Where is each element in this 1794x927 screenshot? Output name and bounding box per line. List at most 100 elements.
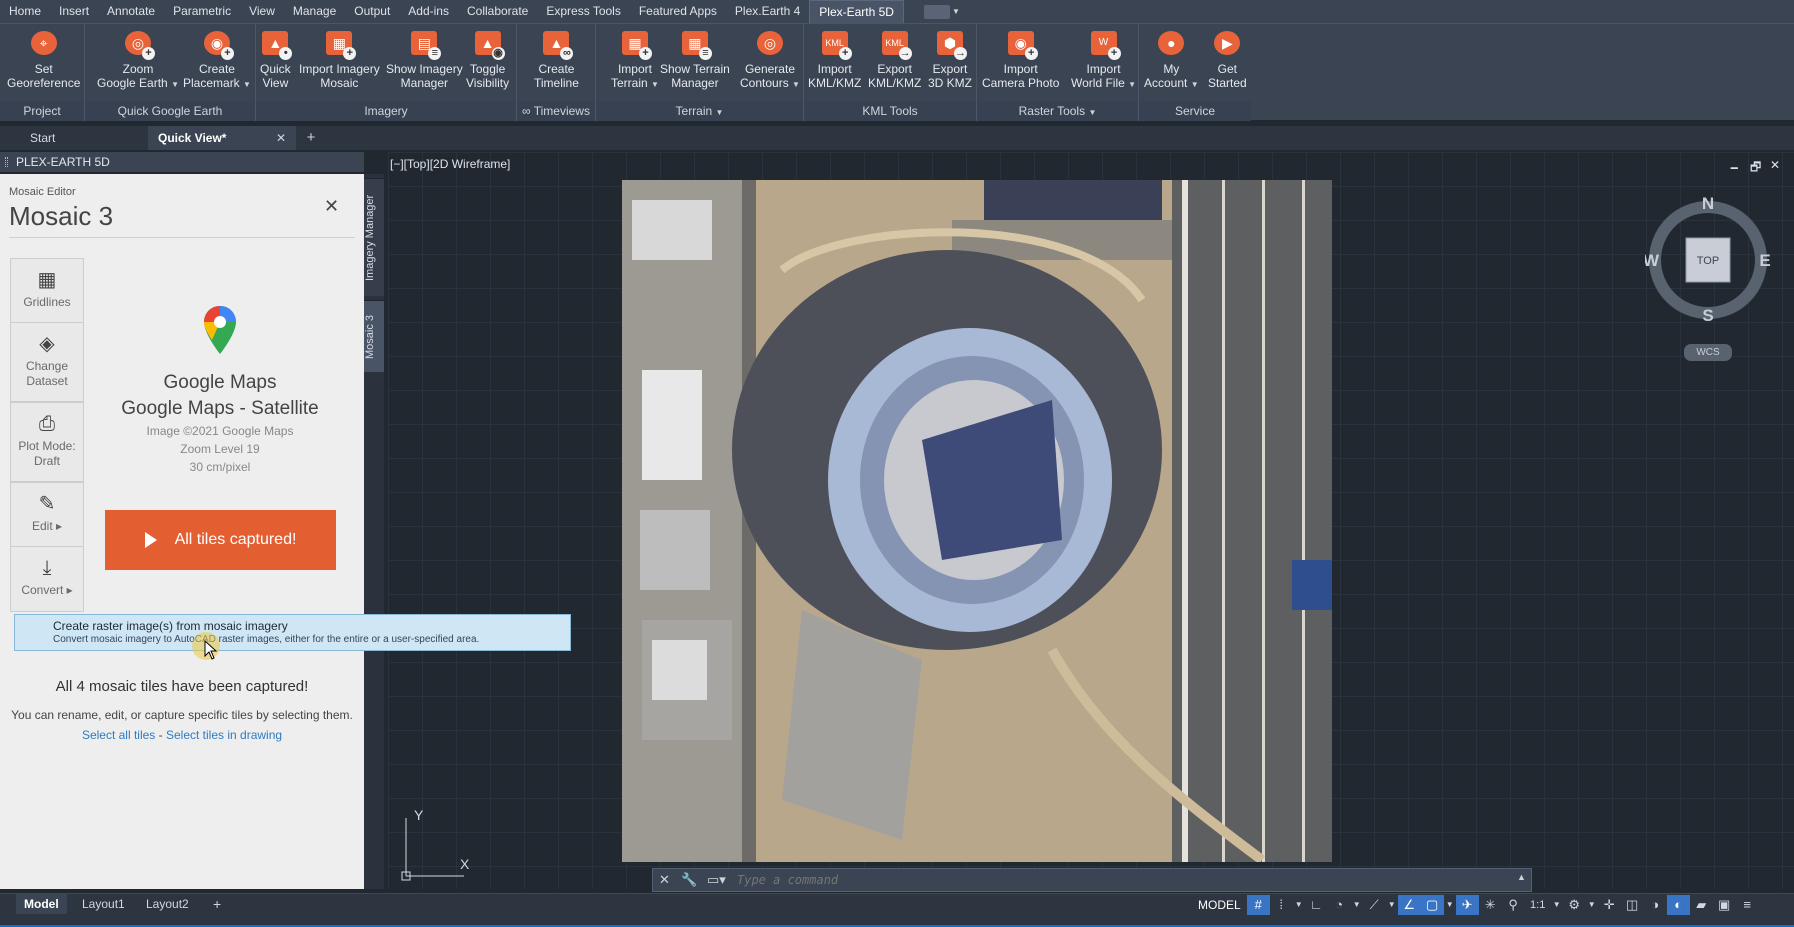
zoom-google-earth-button[interactable]: ◎ + Zoom Google Earth ▼ — [97, 29, 179, 92]
ribbon-toggle-button[interactable] — [923, 4, 950, 19]
chevron-down-icon[interactable]: ▼ — [1586, 895, 1598, 915]
compass-south[interactable]: S — [1702, 306, 1713, 323]
tab-annotate[interactable]: Annotate — [98, 0, 164, 23]
change-dataset-button[interactable]: ◈ Change Dataset — [10, 322, 84, 402]
compass-east[interactable]: E — [1759, 251, 1770, 270]
snap-mode-icon[interactable]: ⁞ — [1270, 895, 1293, 915]
chevron-down-icon[interactable]: ▼ — [1386, 895, 1398, 915]
import-world-file-button[interactable]: W + Import World File ▼ — [1071, 29, 1136, 92]
tab-plex-earth-4[interactable]: Plex.Earth 4 — [726, 0, 809, 23]
crosshair-icon[interactable]: ✛ — [1598, 895, 1621, 915]
generate-contours-button[interactable]: ◎ Generate Contours ▼ — [740, 29, 800, 92]
palette-titlebar[interactable]: PLEX-EARTH 5D — [0, 152, 364, 172]
import-terrain-button[interactable]: ▦ + Import Terrain ▼ — [611, 29, 659, 92]
tab-manage[interactable]: Manage — [284, 0, 345, 23]
get-started-button[interactable]: ▶ Get Started — [1208, 29, 1247, 90]
chevron-up-icon[interactable]: ▲ — [1517, 872, 1526, 882]
chevron-down-icon[interactable]: ▼ — [716, 108, 724, 117]
chevron-down-icon[interactable]: ▼ — [952, 7, 960, 16]
add-tab-button[interactable]: + — [296, 126, 326, 150]
viewcube-compass[interactable]: TOP N S E W — [1645, 197, 1771, 323]
chevron-down-icon[interactable]: ▼ — [1444, 895, 1456, 915]
close-panel-button[interactable]: ✕ — [324, 196, 339, 217]
convert-button[interactable]: ⤓ Convert ▸ — [10, 546, 84, 612]
create-placemark-button[interactable]: ◉ + Create Placemark ▼ — [183, 29, 251, 92]
doc-tab-quick-view[interactable]: Quick View* ✕ — [148, 126, 296, 150]
annotation-visibility-icon[interactable]: ✈ — [1455, 895, 1479, 915]
tab-mosaic-3[interactable]: Mosaic 3 — [364, 300, 384, 372]
edit-button[interactable]: ✎ Edit ▸ — [10, 482, 84, 548]
wrench-icon[interactable]: 🔧 — [681, 872, 697, 888]
tab-view[interactable]: View — [240, 0, 284, 23]
import-kml-button[interactable]: KML + Import KML/KMZ — [808, 29, 861, 90]
capture-tiles-button[interactable]: All tiles captured! — [105, 510, 336, 570]
minimize-icon[interactable]: 🗕 — [1730, 158, 1739, 179]
chevron-down-icon[interactable]: ▼ — [1088, 108, 1096, 117]
doc-tab-start[interactable]: Start — [0, 126, 148, 150]
select-all-tiles-link[interactable]: Select all tiles — [82, 728, 155, 742]
tab-add-ins[interactable]: Add-ins — [399, 0, 458, 23]
auto-scale-icon[interactable]: ✳ — [1479, 895, 1502, 915]
tab-insert[interactable]: Insert — [50, 0, 98, 23]
compass-west[interactable]: W — [1645, 251, 1660, 270]
show-imagery-manager-button[interactable]: ▤ ≡ Show Imagery Manager — [386, 29, 463, 90]
satellite-imagery-raster[interactable] — [622, 180, 1332, 862]
isolate-objects-icon[interactable]: ◫ — [1621, 895, 1644, 915]
select-tiles-in-drawing-link[interactable]: Select tiles in drawing — [166, 728, 282, 742]
object-snap-icon[interactable]: ▢ — [1420, 895, 1444, 915]
import-imagery-mosaic-button[interactable]: ▦ + Import Imagery Mosaic — [299, 29, 380, 90]
tab-home[interactable]: Home — [0, 0, 50, 23]
annotation-scale-icon[interactable]: ⚲ — [1502, 895, 1525, 915]
tab-featured-apps[interactable]: Featured Apps — [630, 0, 726, 23]
layout-tab-layout2[interactable]: Layout2 — [138, 894, 197, 914]
close-icon[interactable]: ✕ — [1770, 158, 1780, 172]
performance-icon[interactable]: ▰ — [1690, 895, 1713, 915]
viewcube-face-top[interactable]: TOP — [1697, 255, 1719, 267]
gear-icon[interactable]: ⚙ — [1563, 895, 1586, 915]
menu-icon[interactable]: ≡ — [1736, 895, 1759, 915]
tooltip: Create raster image(s) from mosaic image… — [14, 614, 571, 651]
quick-view-button[interactable]: ▲ • Quick View — [260, 29, 293, 90]
export-kml-button[interactable]: KML → Export KML/KMZ — [868, 29, 921, 90]
ortho-mode-icon[interactable]: ∟ — [1305, 895, 1328, 915]
clean-screen-toggle-icon[interactable]: ◐ — [1666, 895, 1690, 915]
add-layout-button[interactable]: + — [205, 894, 229, 914]
annotation-scale-value[interactable]: 1:1 — [1525, 895, 1551, 915]
tab-parametric[interactable]: Parametric — [164, 0, 240, 23]
layout-tab-layout1[interactable]: Layout1 — [74, 894, 133, 914]
toggle-visibility-button[interactable]: ▲ ◉ Toggle Visibility — [466, 29, 509, 90]
grip-icon[interactable] — [5, 157, 8, 167]
restore-icon[interactable]: 🗗 — [1750, 158, 1761, 179]
tab-express-tools[interactable]: Express Tools — [537, 0, 629, 23]
fullscreen-icon[interactable]: ▣ — [1713, 895, 1736, 915]
close-icon[interactable]: ✕ — [659, 872, 670, 888]
wcs-menu-button[interactable]: WCS — [1684, 344, 1732, 361]
layout-tab-model[interactable]: Model — [16, 894, 67, 914]
export-3d-kmz-button[interactable]: ⬢ → Export 3D KMZ — [928, 29, 972, 90]
compass-north[interactable]: N — [1702, 197, 1714, 213]
tab-imagery-manager[interactable]: Imagery Manager — [364, 178, 384, 296]
command-prompt-icon[interactable]: ▭▾ — [707, 872, 726, 888]
import-camera-photo-button[interactable]: ◉ + Import Camera Photo — [982, 29, 1059, 90]
close-icon[interactable]: ✕ — [276, 126, 286, 150]
hardware-acceleration-icon[interactable]: ◑ — [1644, 895, 1667, 915]
object-snap-tracking-icon[interactable]: ∠ — [1397, 895, 1421, 915]
chevron-down-icon[interactable]: ▼ — [1351, 895, 1363, 915]
viewport-controls-label[interactable]: [−][Top][2D Wireframe] — [390, 157, 510, 171]
set-georeference-button[interactable]: ⌖ Set Georeference — [7, 29, 80, 90]
gridlines-button[interactable]: ▦ Gridlines — [10, 258, 84, 324]
show-terrain-manager-button[interactable]: ▦ ≡ Show Terrain Manager — [660, 29, 730, 90]
grid-display-icon[interactable]: # — [1246, 895, 1270, 915]
chevron-down-icon[interactable]: ▼ — [1293, 895, 1305, 915]
my-account-button[interactable]: ● My Account ▼ — [1144, 29, 1199, 92]
tab-collaborate[interactable]: Collaborate — [458, 0, 537, 23]
chevron-down-icon[interactable]: ▼ — [1551, 895, 1563, 915]
polar-tracking-icon[interactable]: ◔ — [1328, 895, 1351, 915]
command-input[interactable] — [737, 871, 1517, 889]
isodraft-icon[interactable]: ⟋ — [1363, 895, 1386, 915]
tab-plex-earth-5d[interactable]: Plex-Earth 5D — [809, 0, 904, 23]
plot-mode-button[interactable]: ⎙ Plot Mode: Draft — [10, 402, 84, 482]
tab-output[interactable]: Output — [345, 0, 399, 23]
create-timeline-button[interactable]: ▲ ∞ Create Timeline — [534, 29, 579, 90]
model-space-toggle[interactable]: MODEL — [1192, 895, 1247, 915]
